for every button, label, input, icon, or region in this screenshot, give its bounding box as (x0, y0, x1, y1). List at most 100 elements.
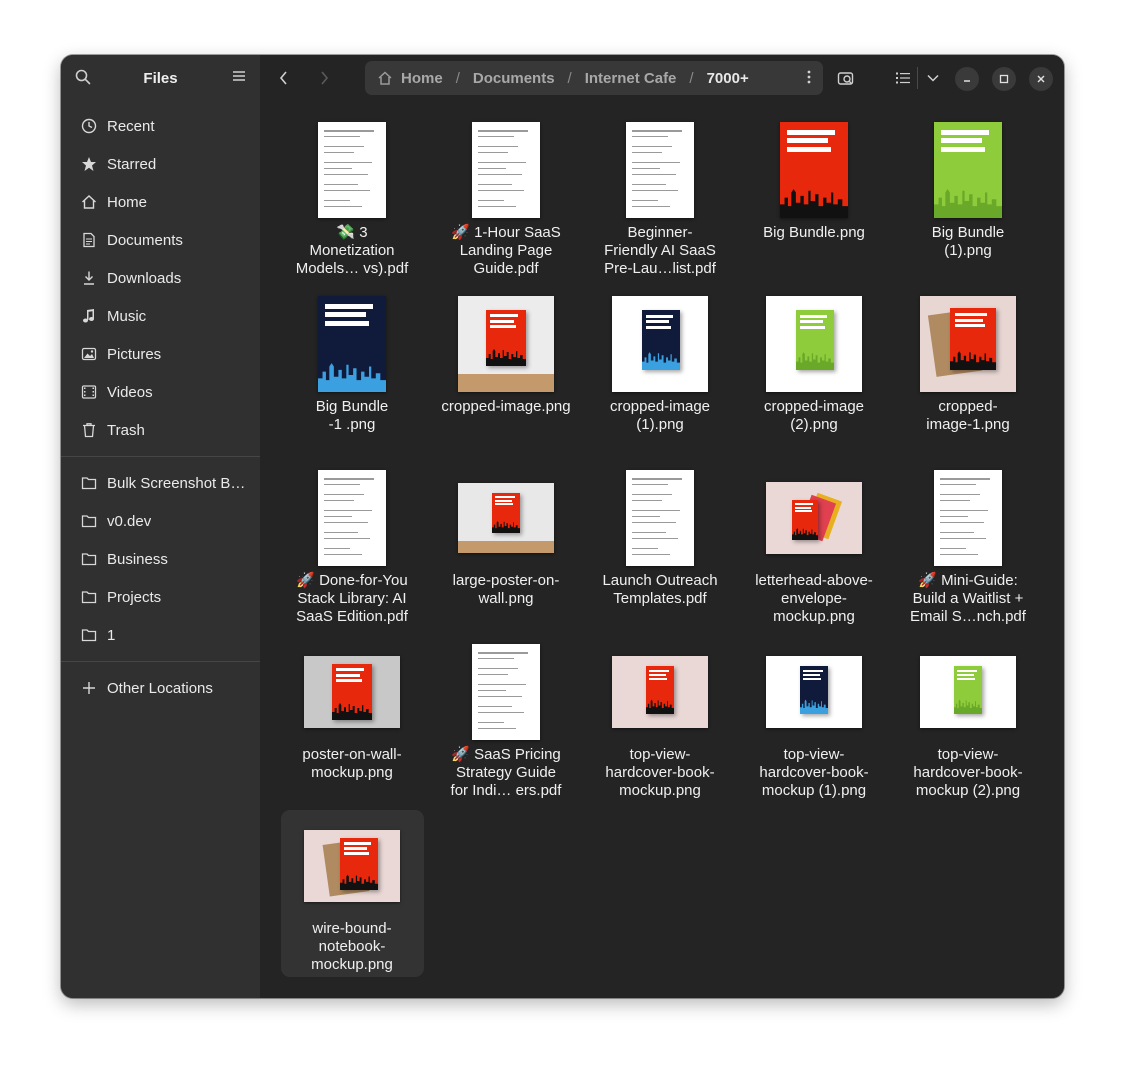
image-thumbnail (612, 656, 708, 728)
file-name-line: wire-bound- (312, 920, 392, 937)
folder-icon (80, 474, 98, 492)
sidebar-item-documents[interactable]: Documents (67, 221, 254, 259)
sidebar-item-pictures[interactable]: Pictures (67, 335, 254, 373)
search-files-button[interactable] (832, 64, 860, 92)
minimize-button[interactable] (955, 67, 979, 91)
file-item[interactable]: top-view-hardcover-book-mockup.png (588, 641, 742, 815)
file-thumbnail-area (434, 119, 578, 221)
file-item[interactable]: cropped-image (1).png (588, 293, 742, 467)
close-button[interactable] (1029, 67, 1053, 91)
image-thumbnail (766, 296, 862, 392)
file-item[interactable]: 🚀 1-Hour SaaS Landing Page Guide.pdf (434, 119, 588, 293)
file-thumbnail-area (896, 293, 1040, 395)
breadcrumb-separator: / (455, 69, 460, 87)
file-name-line: Stack Library: AI (297, 590, 407, 607)
pdf-thumbnail (626, 470, 694, 566)
file-item[interactable]: Launch Outreach Templates.pdf (588, 467, 742, 641)
toolbar-divider (917, 67, 918, 89)
breadcrumb-home[interactable]: Home (377, 70, 443, 87)
file-item[interactable]: Big Bundle -1 .png (280, 293, 434, 467)
music-icon (80, 307, 98, 325)
sidebar-item-downloads[interactable]: Downloads (67, 259, 254, 297)
view-list-button[interactable] (889, 64, 917, 92)
file-item[interactable]: letterhead-above-envelope-mockup.png (742, 467, 896, 641)
chevron-left-icon (279, 71, 287, 85)
sidebar-item-label: Recent (107, 117, 155, 135)
sidebar-item-home[interactable]: Home (67, 183, 254, 221)
sidebar-item-trash[interactable]: Trash (67, 411, 254, 449)
file-thumbnail-area (896, 119, 1040, 221)
sidebar-item-other-locations[interactable]: Other Locations (67, 669, 254, 707)
close-icon (1037, 75, 1045, 83)
file-name-line: (1).png (636, 416, 684, 433)
file-item[interactable]: Big Bundle (1).png (896, 119, 1050, 293)
file-name-line: Guide.pdf (473, 260, 539, 277)
sidebar-header: Files (61, 55, 260, 101)
file-name: wire-bound-notebook-mockup.png (280, 920, 424, 974)
image-thumbnail (780, 122, 848, 218)
file-name-line: mockup.png (311, 956, 393, 973)
file-name-line: mockup (2).png (915, 782, 1021, 799)
file-item[interactable]: top-view-hardcover-book-mockup (1).png (742, 641, 896, 815)
file-name-line: mockup.png (311, 764, 393, 781)
breadcrumb-current[interactable]: 7000+ (707, 70, 749, 87)
file-name-line: 🚀 Done-for-You (296, 572, 408, 589)
file-name: letterhead-above-envelope-mockup.png (742, 572, 886, 626)
sidebar-item-label: Projects (107, 588, 162, 606)
file-name-line: mockup.png (773, 608, 855, 625)
file-item[interactable]: 🚀 Done-for-You Stack Library: AI SaaS Edit… (280, 467, 434, 641)
app-title: Files (143, 70, 178, 87)
file-item[interactable]: 💸 3 Monetization Models… vs).pdf (280, 119, 434, 293)
file-thumbnail-area (434, 293, 578, 395)
folder-search-icon (837, 72, 854, 85)
sidebar-item-music[interactable]: Music (67, 297, 254, 335)
sidebar-item-starred[interactable]: Starred (67, 145, 254, 183)
sidebar-item-videos[interactable]: Videos (67, 373, 254, 411)
view-options-button[interactable] (919, 64, 947, 92)
breadcrumb-documents[interactable]: Documents (473, 70, 555, 87)
breadcrumb-separator: / (567, 69, 572, 87)
file-item[interactable]: wire-bound-notebook-mockup.png (280, 810, 434, 989)
files-window: Files Recent Starred Home Documents Download… (61, 55, 1064, 998)
breadcrumb-internet-cafe[interactable]: Internet Cafe (585, 70, 677, 87)
pdf-thumbnail (318, 122, 386, 218)
file-item[interactable]: poster-on-wall-mockup.png (280, 641, 434, 815)
file-grid-row: 🚀 Done-for-You Stack Library: AI SaaS Edit… (280, 467, 1060, 641)
file-item[interactable]: cropped-image-1.png (896, 293, 1050, 467)
back-button[interactable] (270, 64, 298, 92)
file-item[interactable]: 🚀 Mini-Guide: Build a Waitlist + Email S…n… (896, 467, 1050, 641)
sidebar-item-v0-dev[interactable]: v0.dev (67, 502, 254, 540)
sidebar-item-recent[interactable]: Recent (67, 107, 254, 145)
file-name-line: Templates.pdf (613, 590, 707, 607)
file-item[interactable]: cropped-image (2).png (742, 293, 896, 467)
forward-button[interactable] (310, 64, 338, 92)
breadcrumb-separator: / (689, 69, 694, 87)
file-item[interactable]: Big Bundle.png (742, 119, 896, 293)
sidebar-item-label: Starred (107, 155, 157, 173)
file-name-line: hardcover-book- (913, 764, 1023, 781)
sidebar-item-projects[interactable]: Projects (67, 578, 254, 616)
maximize-button[interactable] (992, 67, 1016, 91)
file-name: Big Bundle -1 .png (280, 398, 424, 434)
hamburger-menu-icon[interactable] (232, 69, 246, 88)
file-name-line: Big Bundle.png (763, 224, 865, 241)
file-item[interactable]: cropped-image.png (434, 293, 588, 467)
file-item[interactable]: Beginner- Friendly AI SaaS Pre-Lau…list.pd… (588, 119, 742, 293)
file-item[interactable]: top-view-hardcover-book-mockup (2).png (896, 641, 1050, 815)
sidebar-divider (61, 661, 260, 662)
file-item[interactable]: large-poster-on-wall.png (434, 467, 588, 641)
file-item[interactable]: 🚀 SaaS Pricing Strategy Guide for Indi… er… (434, 641, 588, 815)
file-name-line: 🚀 SaaS Pricing (451, 746, 561, 763)
image-thumbnail (920, 656, 1016, 728)
sidebar-item-business[interactable]: Business (67, 540, 254, 578)
file-name: Beginner- Friendly AI SaaS Pre-Lau…list.pd… (588, 224, 732, 278)
file-name-line: hardcover-book- (605, 764, 715, 781)
bookmarks-list: Bulk Screenshot B… v0.dev Business Projects… (61, 464, 260, 654)
sidebar-item-1[interactable]: 1 (67, 616, 254, 654)
file-name-line: cropped-image.png (441, 398, 571, 415)
sidebar-item-bulk-screenshot-b[interactable]: Bulk Screenshot B… (67, 464, 254, 502)
star-icon (80, 155, 98, 173)
more-options-icon[interactable] (807, 70, 811, 88)
file-name-line: cropped-image (609, 398, 711, 415)
sidebar-item-label: v0.dev (107, 512, 152, 530)
